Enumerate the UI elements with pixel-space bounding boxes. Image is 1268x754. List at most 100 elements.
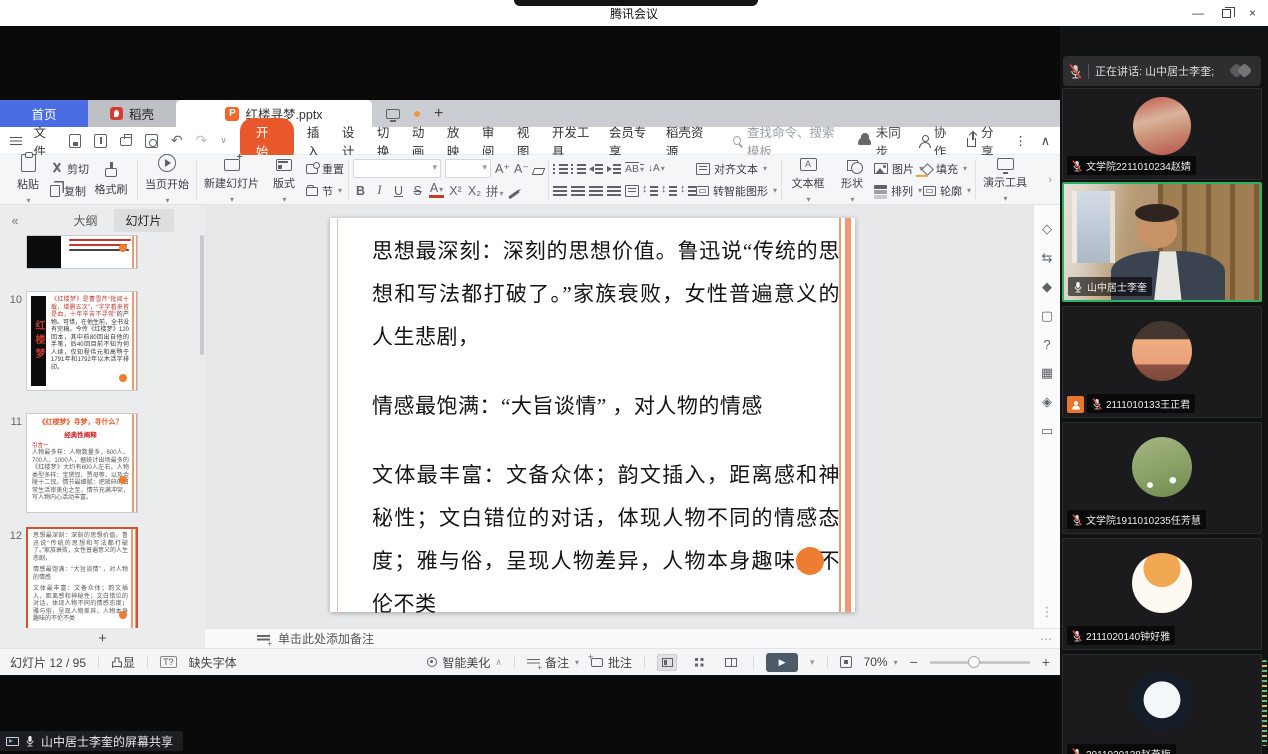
format-painter-button[interactable]: 格式刷 (89, 162, 133, 197)
current-slide-canvas[interactable]: 思想最深刻：深刻的思想价值。鲁迅说“传统的思想和写法都打破了。”家族衰败，女性普… (330, 218, 855, 612)
convert-smart-graphic-button[interactable]: 转智能图形 (696, 181, 777, 200)
minimize-icon[interactable]: — (1192, 6, 1204, 20)
thumbnail-slide-12-selected[interactable]: 12 思想最深刻：深刻的思想价值。鲁迅说“传统的思想和写法都打破了。”家族衰败，… (0, 527, 205, 628)
thumbnail-slide-10[interactable]: 10 红楼梦 《红楼梦》是曹雪芹“批阅十载，增删五次”，“字字看来皆是血，十年辛… (0, 291, 205, 391)
export-icon[interactable] (94, 134, 107, 148)
italic-button[interactable]: I (372, 183, 387, 198)
vertical-text-icon[interactable]: ↓A (648, 163, 665, 174)
subscript-button[interactable]: X₂ (467, 184, 482, 198)
layout-button[interactable]: 版式 (262, 156, 306, 204)
text-box-button[interactable]: A文本框 (786, 155, 830, 204)
share-button[interactable]: 分享 (967, 122, 1000, 160)
align-left-icon[interactable] (553, 185, 567, 196)
right-strip-icon-7[interactable]: ◈ (1042, 394, 1052, 410)
sync-status-button[interactable]: 未同步 (858, 122, 906, 160)
slide-editor[interactable]: 思想最深刻：深刻的思想价值。鲁迅说“传统的思想和写法都打破了。”家族衰败，女性普… (205, 205, 1033, 628)
comment-button[interactable]: 批注 (591, 654, 632, 671)
line-spacing-icon[interactable] (643, 185, 658, 196)
increase-font-button[interactable]: A⁺ (495, 161, 510, 176)
align-right-icon[interactable] (589, 185, 603, 196)
participant-tile[interactable]: 文学院2211010234赵婧 (1062, 88, 1262, 180)
smart-beautify-button[interactable]: 智能美化∧ (427, 654, 502, 671)
new-slide-button[interactable]: 新建幻灯片 (201, 156, 262, 204)
outline-button[interactable]: 轮廓 (923, 181, 971, 200)
menu-tab-membership[interactable]: 会员专享 (609, 122, 653, 160)
tab-slides[interactable]: 幻灯片 (114, 209, 174, 232)
sidebar-scrollbar[interactable] (1262, 660, 1267, 746)
reset-button[interactable]: 重置 (306, 159, 344, 178)
right-strip-icon-3[interactable]: ◆ (1042, 279, 1052, 295)
print-icon[interactable] (120, 137, 133, 146)
arrange-button[interactable]: 排列 (874, 181, 923, 200)
distribute-text-icon[interactable] (625, 185, 639, 197)
highlight-button[interactable]: 凸显 (111, 654, 135, 671)
right-strip-icon-4[interactable]: ▢ (1041, 308, 1053, 324)
missing-font-button[interactable]: 缺失字体 (189, 654, 237, 671)
menu-tab-view[interactable]: 视图 (517, 122, 539, 160)
play-options-icon[interactable]: ▾ (810, 657, 815, 668)
slideshow-play-button[interactable]: ▶ (766, 653, 798, 672)
decrease-font-button[interactable]: A⁻ (514, 161, 529, 176)
strikethrough-button[interactable]: S (410, 184, 425, 198)
text-direction-icon[interactable]: AB (625, 163, 644, 175)
add-slide-button[interactable]: + (0, 628, 205, 648)
right-strip-icon-6[interactable]: ▦ (1041, 365, 1053, 381)
menu-tab-animation[interactable]: 动画 (412, 122, 434, 160)
undo-icon[interactable]: ↶ (171, 132, 183, 149)
zoom-slider-knob[interactable] (968, 656, 980, 668)
menu-tab-review[interactable]: 审阅 (482, 122, 504, 160)
zoom-out-button[interactable]: − (910, 654, 918, 670)
font-color-button[interactable]: A (429, 183, 444, 198)
print-preview-icon[interactable] (145, 134, 158, 148)
right-strip-icon-2[interactable]: ⇆ (1042, 250, 1053, 266)
justify-icon[interactable] (607, 185, 621, 196)
highlighter-icon[interactable] (508, 189, 520, 198)
menu-tab-docer-resources[interactable]: 稻壳资源 (666, 122, 710, 160)
slide-text-block[interactable]: 思想最深刻：深刻的思想价值。鲁迅说“传统的思想和写法都打破了。”家族衰败，女性普… (372, 230, 840, 652)
zoom-level-button[interactable]: 70% (864, 655, 898, 669)
participant-tile[interactable]: 2111020140钟好雅 (1062, 538, 1262, 650)
new-tab-button[interactable]: + (434, 105, 443, 123)
font-family-select[interactable] (353, 159, 441, 178)
panel-collapse-icon[interactable]: « (0, 213, 30, 228)
menu-tab-design[interactable]: 设计 (342, 122, 364, 160)
right-strip-icon-1[interactable]: ◇ (1042, 221, 1052, 237)
cut-button[interactable]: 剪切 (50, 159, 89, 178)
notes-toggle-button[interactable]: 备注 (527, 654, 579, 671)
thumbnail-slide-9[interactable] (0, 235, 205, 269)
clear-format-icon[interactable] (532, 168, 546, 175)
pinyin-guide-button[interactable]: 拼 (486, 181, 504, 200)
normal-view-button[interactable] (657, 654, 677, 671)
menu-tab-slideshow[interactable]: 放映 (447, 122, 469, 160)
zoom-slider[interactable] (930, 661, 1030, 664)
numbered-list-icon[interactable] (571, 163, 585, 174)
paragraph-spacing-before-icon[interactable] (662, 185, 677, 196)
collaborate-button[interactable]: 协作 (920, 122, 953, 160)
more-options-icon[interactable]: ⋮ (1014, 133, 1027, 148)
bold-button[interactable]: B (353, 184, 368, 198)
present-tools-button[interactable]: 演示工具 (980, 156, 1030, 203)
tab-docer[interactable]: 稻壳 (88, 100, 176, 127)
notes-more-icon[interactable]: ⋯ (1040, 632, 1060, 646)
right-strip-icon-5[interactable]: ? (1043, 337, 1050, 352)
participant-tile[interactable]: 2111010133王正君 (1062, 306, 1262, 418)
align-center-icon[interactable] (571, 185, 585, 196)
fill-button[interactable]: 填充 (923, 159, 971, 178)
hamburger-icon[interactable] (10, 136, 21, 146)
slide-sorter-view-button[interactable] (689, 654, 709, 671)
right-strip-more-icon[interactable]: ⋮ (1041, 604, 1054, 620)
superscript-button[interactable]: X² (448, 184, 463, 198)
quick-access-dropdown-icon[interactable]: ∨ (220, 135, 227, 146)
menu-tab-devtools[interactable]: 开发工具 (552, 122, 596, 160)
ribbon-expander-icon[interactable]: › (1048, 174, 1054, 186)
play-from-current-button[interactable]: 当页开始 (142, 154, 192, 205)
panel-scrollbar[interactable] (200, 235, 204, 355)
close-icon[interactable]: × (1249, 6, 1256, 20)
notes-bar[interactable]: 单击此处添加备注 ⋯ (205, 628, 1060, 648)
decrease-indent-icon[interactable] (589, 163, 603, 174)
increase-indent-icon[interactable] (607, 163, 621, 174)
align-text-button[interactable]: 对齐文本 (696, 159, 777, 178)
paste-button[interactable]: 粘贴 (6, 154, 50, 205)
menu-tab-insert[interactable]: 插入 (307, 122, 329, 160)
reading-view-button[interactable] (721, 654, 741, 671)
